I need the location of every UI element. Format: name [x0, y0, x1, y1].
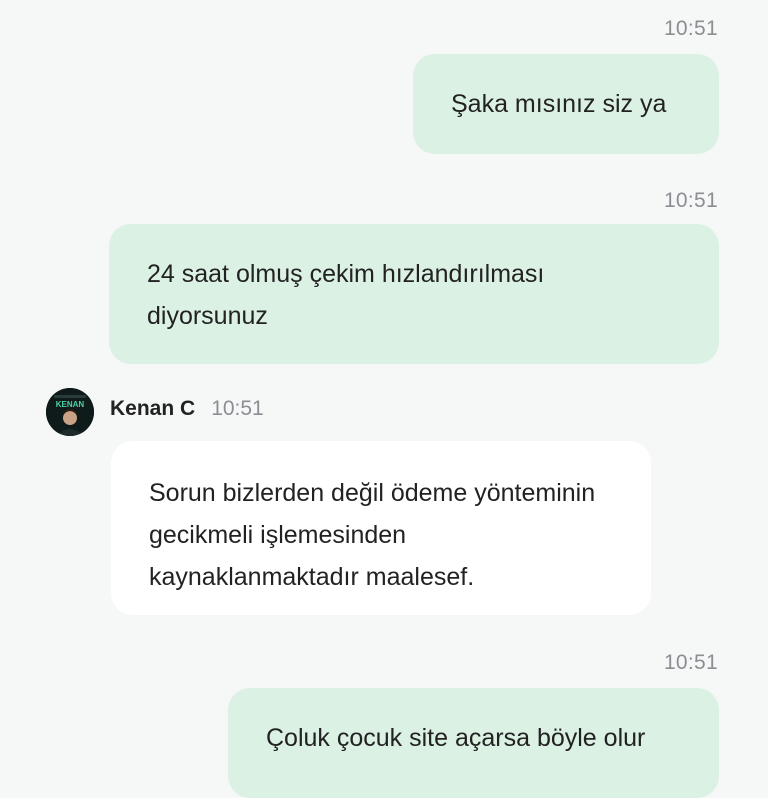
message-text: Çoluk çocuk site açarsa böyle olur [266, 724, 646, 752]
sender-name[interactable]: Kenan C [110, 397, 195, 421]
message-timestamp: 10:51 [211, 397, 264, 420]
avatar-label: KENAN [56, 400, 85, 409]
chat-conversation[interactable]: 10:51 Şaka mısınız siz ya 10:51 24 saat … [0, 0, 768, 798]
avatar-image: KENAN [46, 388, 94, 436]
outgoing-message[interactable]: Çoluk çocuk site açarsa böyle olur [228, 688, 719, 798]
incoming-message[interactable]: Sorun bizlerden değil ödeme yönteminin g… [111, 441, 651, 615]
sender-header: Kenan C 10:51 [110, 397, 264, 421]
message-text: Şaka mısınız siz ya [451, 90, 667, 118]
message-timestamp: 10:51 [663, 189, 718, 212]
outgoing-message[interactable]: 24 saat olmuş çekim hızlandırılması diyo… [109, 224, 719, 364]
message-timestamp: 10:51 [663, 17, 718, 40]
sender-avatar[interactable]: KENAN [46, 388, 94, 436]
message-text: Sorun bizlerden değil ödeme yönteminin g… [149, 479, 596, 591]
message-timestamp: 10:51 [663, 651, 718, 674]
message-text: 24 saat olmuş çekim hızlandırılması diyo… [147, 260, 545, 330]
outgoing-message[interactable]: Şaka mısınız siz ya [413, 54, 719, 154]
